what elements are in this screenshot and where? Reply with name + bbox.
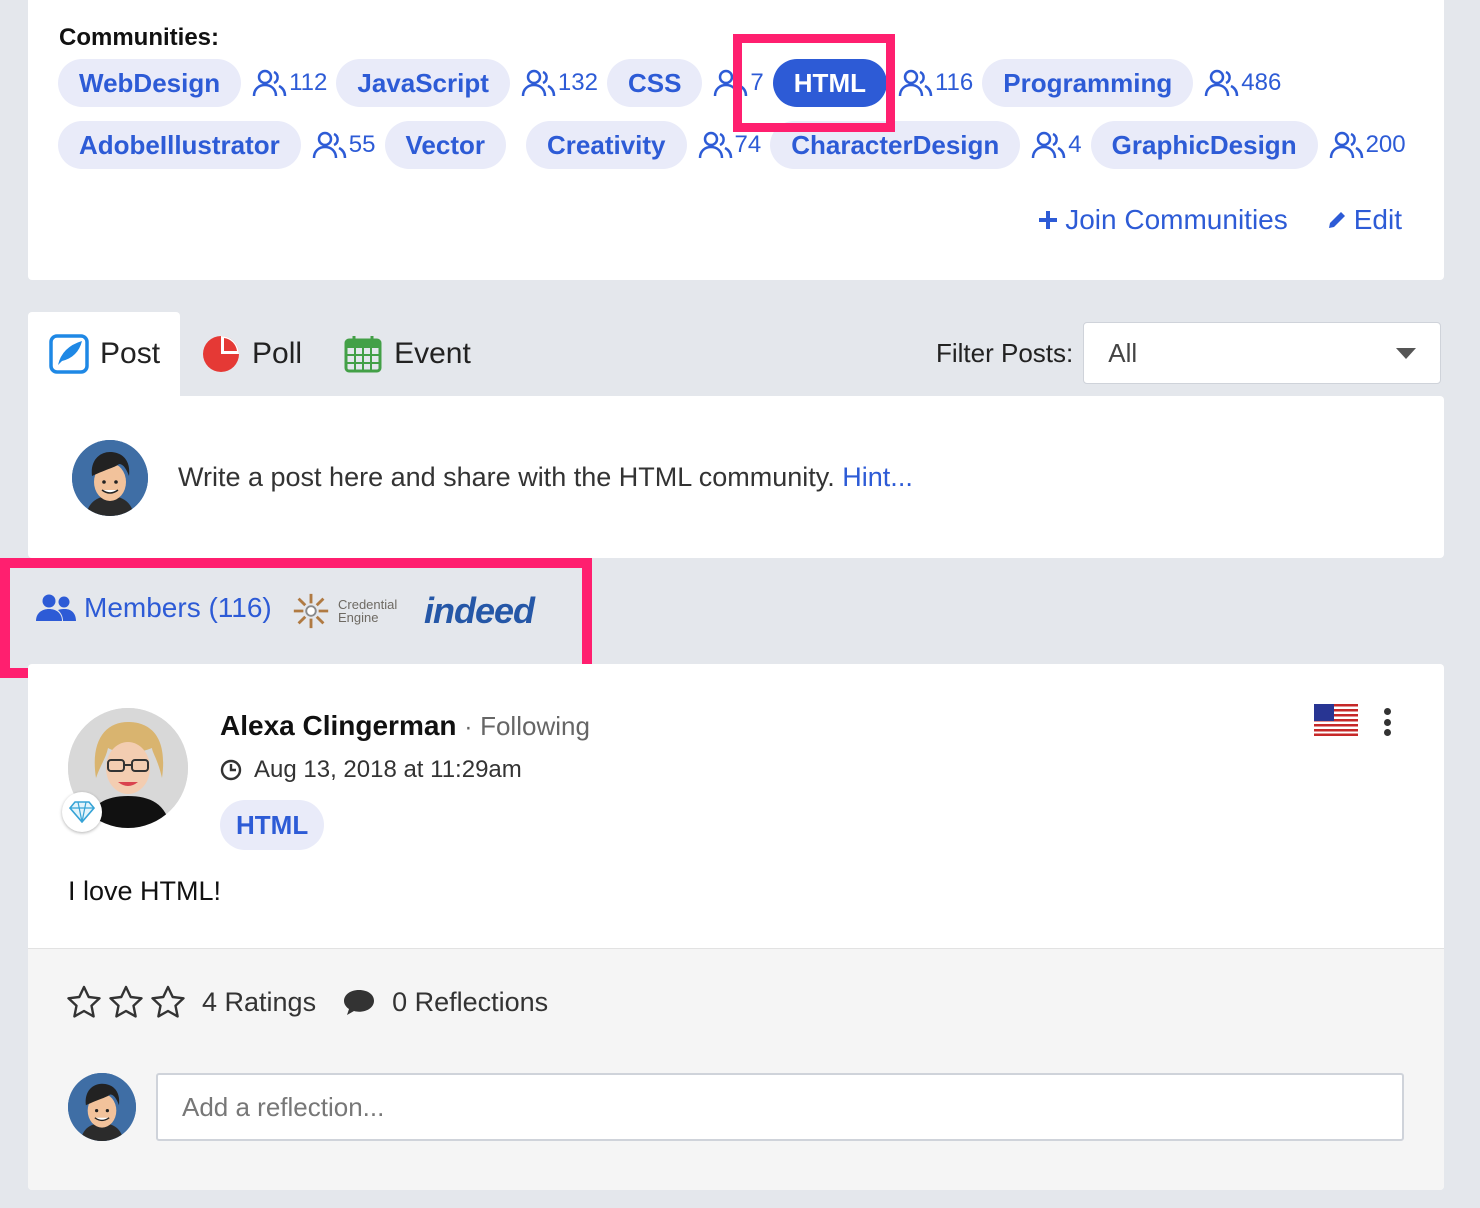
post-engagement: 4 Ratings 0 Reflections	[66, 985, 548, 1019]
community-chip-programming[interactable]: Programming	[982, 59, 1194, 107]
members-link[interactable]: Members (116)	[36, 592, 272, 624]
credential-engine-mark-icon	[293, 593, 329, 629]
tab-poll[interactable]: Poll	[180, 312, 322, 396]
community-chip-javascript[interactable]: JavaScript	[336, 59, 510, 107]
tab-post-label: Post	[100, 337, 161, 370]
member-count: 200	[1329, 130, 1406, 160]
chevron-down-icon	[1396, 347, 1417, 359]
filter-posts-label: Filter Posts:	[936, 337, 1074, 368]
author-line: Alexa Clingerman · Following	[220, 710, 590, 742]
users-icon	[1205, 69, 1239, 97]
compose-prompt-text: Write a post here and share with the HTM…	[178, 462, 835, 492]
community-chip-webdesign[interactable]: WebDesign	[58, 59, 242, 107]
community-chip-adobeillustrator[interactable]: AdobeIllustrator	[58, 121, 301, 169]
hint-link[interactable]: Hint...	[842, 462, 913, 492]
post-card: Alexa Clingerman · Following Aug 13, 201…	[28, 664, 1444, 1190]
community-chip-vector[interactable]: Vector	[384, 121, 506, 169]
users-icon	[1329, 131, 1363, 159]
diamond-icon	[69, 801, 95, 823]
indeed-logo[interactable]: indeed	[424, 590, 535, 632]
avatar	[68, 1073, 136, 1141]
credential-engine-logo[interactable]: Credential Engine	[290, 590, 397, 632]
tab-event[interactable]: Event	[322, 312, 491, 396]
member-count-value: 132	[557, 69, 598, 96]
users-icon	[521, 69, 556, 97]
users-icon	[898, 69, 933, 97]
pie-chart-icon	[203, 336, 240, 372]
users-icon	[698, 131, 732, 159]
pencil-icon	[1328, 212, 1345, 228]
community-chip-css[interactable]: CSS	[606, 59, 703, 107]
star-outline-icon[interactable]	[150, 985, 186, 1019]
members-label: Members (116)	[84, 592, 272, 623]
post-timestamp: Aug 13, 2018 at 11:29am	[220, 756, 522, 784]
member-count: 4	[1031, 130, 1082, 160]
member-count-value: 200	[1365, 131, 1406, 158]
member-count: 74	[698, 130, 762, 160]
communities-row-1: WebDesign 112 JavaScript 132 CSS 7 HTML …	[58, 59, 1290, 107]
tab-poll-label: Poll	[252, 337, 303, 370]
member-count-value: 116	[934, 69, 974, 96]
member-count-value: 74	[734, 131, 762, 158]
calendar-icon	[344, 336, 382, 373]
compose-prompt[interactable]: Write a post here and share with the HTM…	[178, 462, 913, 493]
post-footer: 4 Ratings 0 Reflections	[28, 948, 1444, 1190]
users-solid-icon	[36, 594, 76, 621]
member-count: 112	[252, 68, 327, 98]
member-count-value: 112	[289, 69, 328, 96]
credential-engine-wordmark: Credential Engine	[338, 597, 398, 625]
tab-event-label: Event	[394, 337, 471, 370]
author-name[interactable]: Alexa Clingerman	[220, 710, 457, 741]
communities-label: Communities:	[59, 24, 220, 51]
edit-communities-link[interactable]: Edit	[1326, 204, 1402, 236]
filter-posts-select[interactable]: All	[1083, 322, 1442, 384]
comment-icon	[344, 990, 375, 1015]
filter-selected-value: All	[1108, 337, 1138, 368]
edit-label: Edit	[1353, 204, 1402, 235]
reflections-count[interactable]: 0 Reflections	[392, 987, 548, 1018]
star-outline-icon[interactable]	[108, 985, 144, 1019]
ratings-count[interactable]: 4 Ratings	[202, 987, 316, 1018]
community-chip-graphicdesign[interactable]: GraphicDesign	[1090, 121, 1318, 169]
users-icon	[1032, 131, 1066, 159]
highlight-box-html-chip	[733, 34, 895, 132]
users-icon	[252, 69, 287, 97]
post-community-tag[interactable]: HTML	[220, 800, 325, 850]
member-count: 486	[1204, 68, 1281, 98]
member-count-value: 486	[1241, 69, 1282, 96]
reflection-input[interactable]	[156, 1073, 1404, 1141]
diamond-badge	[62, 792, 102, 832]
member-count: 116	[898, 68, 973, 98]
community-chip-creativity[interactable]: Creativity	[526, 121, 687, 169]
star-rating[interactable]	[66, 985, 186, 1019]
member-count: 55	[312, 130, 376, 160]
more-options-icon[interactable]	[1382, 708, 1392, 736]
member-count: 132	[521, 68, 598, 98]
feather-post-icon	[49, 334, 89, 374]
clock-icon	[220, 759, 242, 781]
compose-card[interactable]: Write a post here and share with the HTM…	[28, 396, 1444, 558]
separator: ·	[464, 714, 473, 741]
timestamp-text: Aug 13, 2018 at 11:29am	[254, 756, 522, 783]
join-communities-link[interactable]: Join Communities	[1037, 204, 1288, 236]
community-actions: Join Communities Edit	[1037, 204, 1402, 236]
post-type-tabs: Post Poll Event	[28, 312, 491, 396]
star-outline-icon[interactable]	[66, 985, 102, 1019]
filter-posts: Filter Posts: All	[936, 322, 1442, 384]
member-count-value: 4	[1068, 131, 1082, 158]
plus-icon	[1039, 211, 1058, 229]
avatar	[72, 440, 148, 516]
tab-post[interactable]: Post	[28, 312, 181, 396]
us-flag-icon	[1314, 704, 1358, 736]
users-icon	[312, 131, 347, 159]
join-communities-label: Join Communities	[1065, 204, 1288, 235]
member-count-value: 55	[348, 131, 376, 158]
following-status[interactable]: Following	[480, 711, 590, 741]
post-body: I love HTML!	[68, 876, 222, 906]
